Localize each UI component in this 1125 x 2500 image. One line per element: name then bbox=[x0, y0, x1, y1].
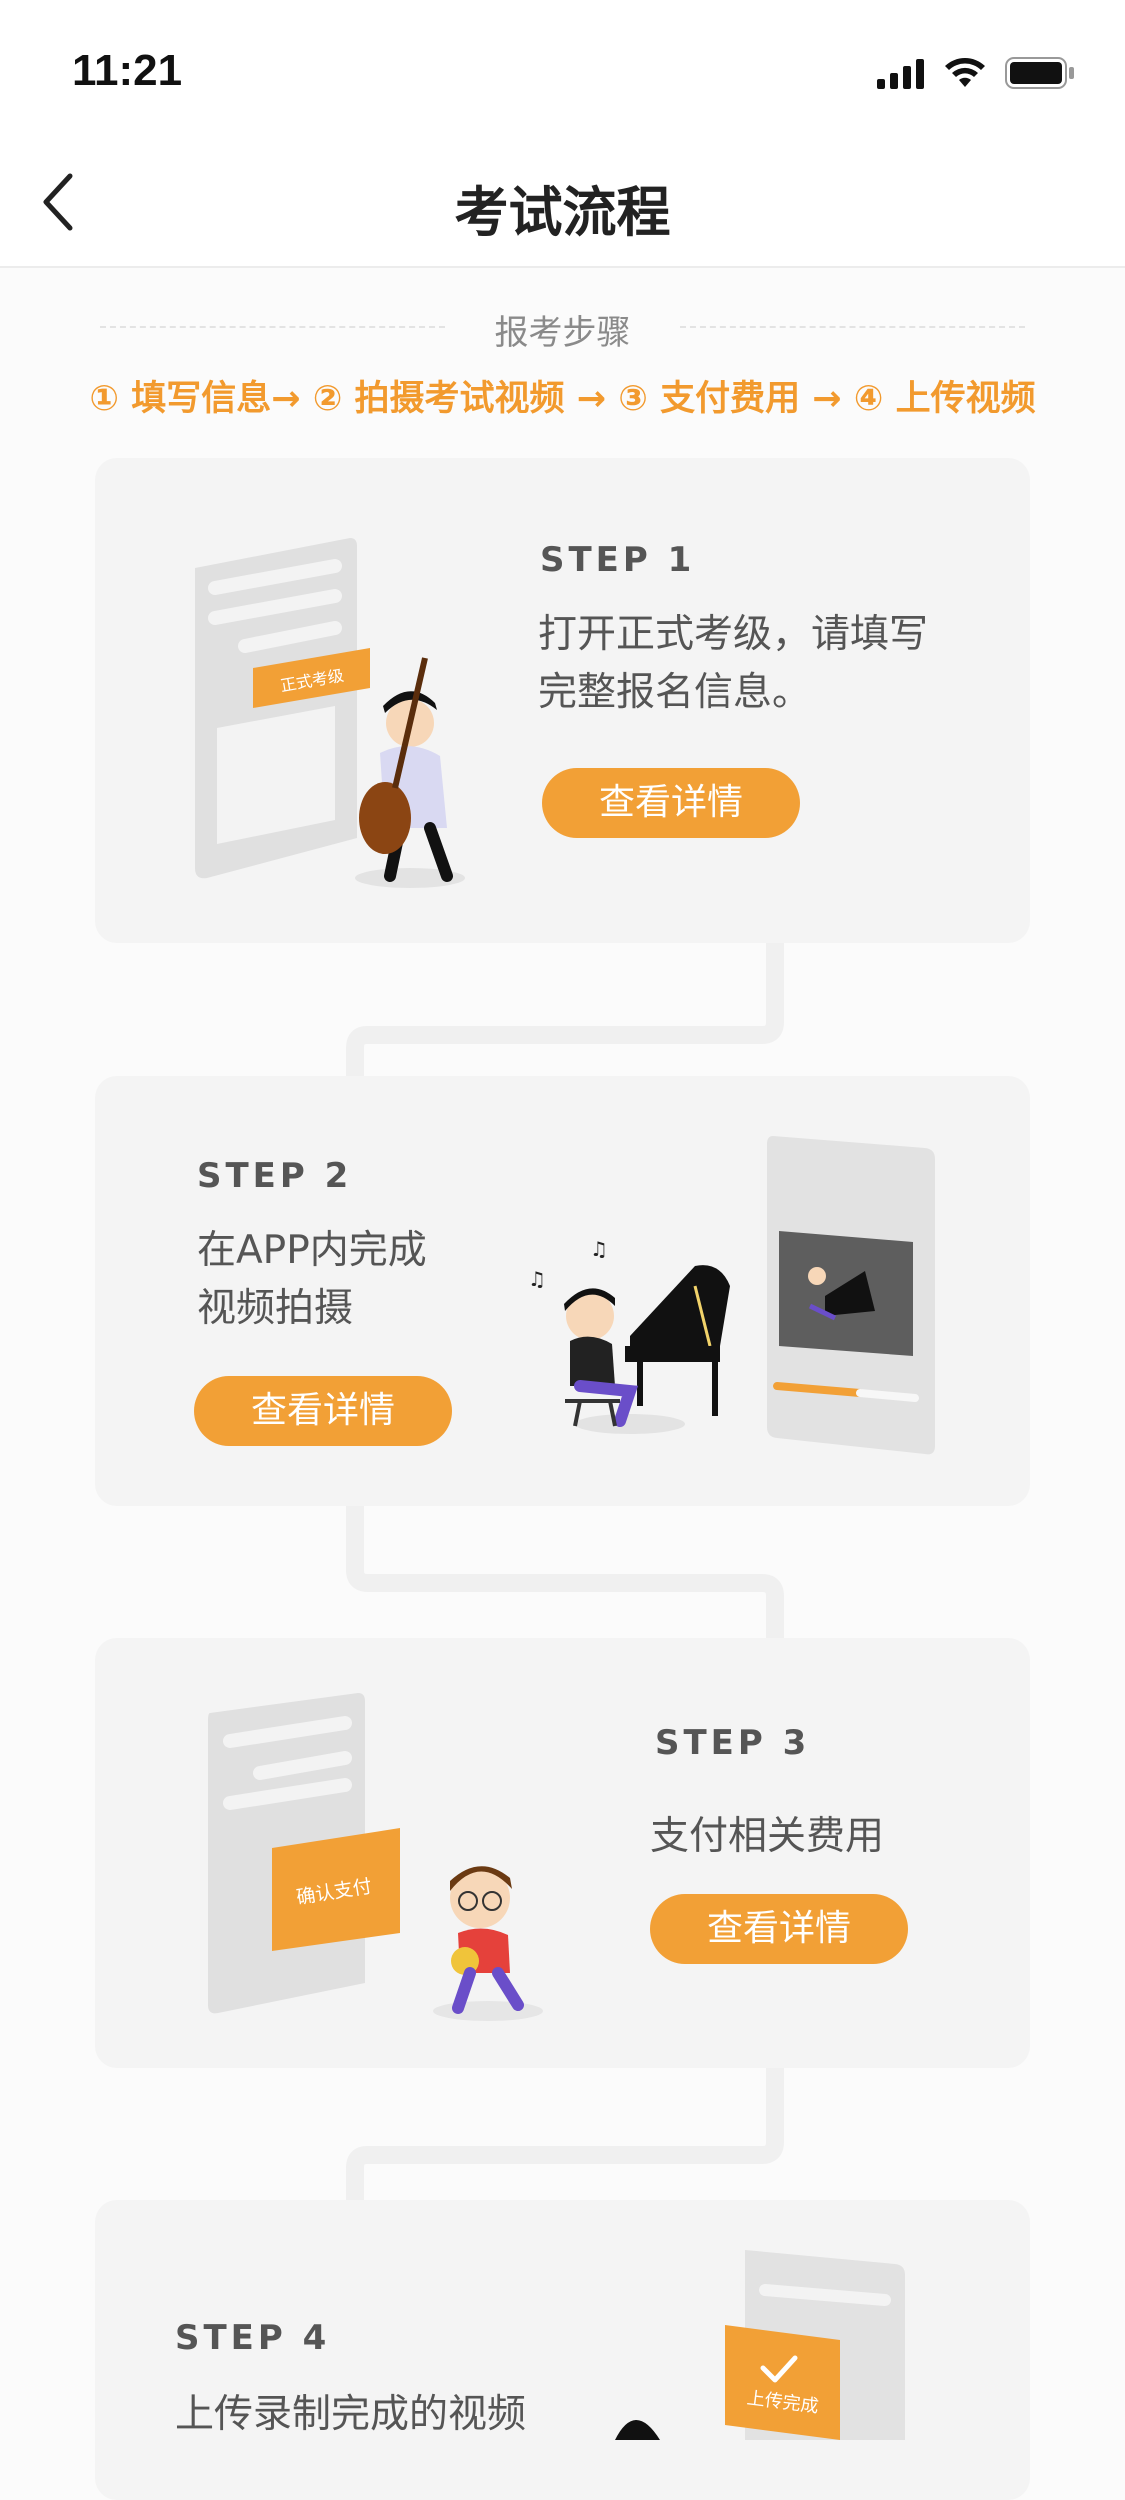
step-description-line1: 支付相关费用 bbox=[650, 1814, 885, 1859]
svg-text:♫: ♫ bbox=[590, 1237, 608, 1261]
step-card-3: 确认支付 STEP 3 支付相关费用 查看详情 bbox=[95, 1638, 1030, 2068]
connector-3-4 bbox=[346, 2060, 784, 2200]
status-time: 11:21 bbox=[72, 46, 183, 95]
form-phone-illustration: 正式考级 bbox=[195, 538, 465, 888]
step-label: STEP 3 bbox=[655, 1723, 811, 1763]
step-description-line1: 在APP内完成 bbox=[197, 1228, 427, 1273]
nav-bar: 考试流程 bbox=[0, 140, 1125, 268]
connector-1-2 bbox=[346, 940, 784, 1080]
wifi-icon bbox=[945, 58, 985, 87]
view-details-button-1[interactable]: 查看详情 bbox=[542, 768, 800, 838]
pianist-illustration: ♫ ♫ bbox=[528, 1237, 730, 1434]
step-label: STEP 2 bbox=[197, 1156, 353, 1196]
step-card-1: 正式考级 STEP 1 打开正式考级，请填写 完整报名信息。 查看详情 bbox=[95, 458, 1030, 943]
step-label: STEP 4 bbox=[175, 2318, 331, 2358]
signal-icon bbox=[877, 59, 924, 89]
steps-summary: ① 填写信息→ ② 拍摄考试视频 → ③ 支付费用 → ④ 上传视频 bbox=[89, 379, 1036, 419]
section-title: 报考步骤 bbox=[494, 313, 631, 353]
svg-text:♫: ♫ bbox=[528, 1267, 546, 1291]
video-phone-illustration bbox=[767, 1136, 935, 1455]
step-label: STEP 1 bbox=[540, 540, 696, 580]
view-details-button-3[interactable]: 查看详情 bbox=[650, 1894, 908, 1964]
view-details-button-2[interactable]: 查看详情 bbox=[194, 1376, 452, 1446]
step-description-line2: 完整报名信息。 bbox=[538, 670, 812, 715]
status-icons bbox=[877, 56, 1075, 90]
section-header: 报考步骤 bbox=[0, 300, 1125, 353]
step-card-2: STEP 2 在APP内完成 视频拍摄 查看详情 ♫ ♫ bbox=[95, 1076, 1030, 1506]
status-bar: 11:21 bbox=[0, 0, 1125, 140]
payment-illustration: 确认支付 bbox=[208, 1693, 543, 2021]
upload-illustration: 上传完成 bbox=[615, 2250, 905, 2440]
step-description-line1: 打开正式考级，请填写 bbox=[538, 612, 929, 657]
page-title: 考试流程 bbox=[454, 181, 671, 244]
step-card-4: STEP 4 上传录制完成的视频 上传完成 bbox=[95, 2200, 1030, 2500]
battery-icon bbox=[1005, 57, 1074, 89]
step-description-line2: 视频拍摄 bbox=[197, 1286, 354, 1331]
connector-2-3 bbox=[346, 1500, 784, 1640]
step-description-line1: 上传录制完成的视频 bbox=[175, 2392, 527, 2437]
